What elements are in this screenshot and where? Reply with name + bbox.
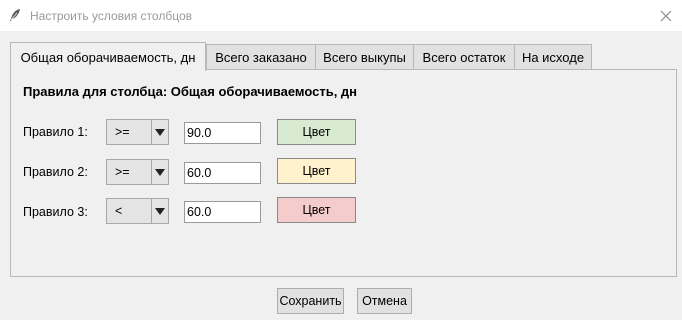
window-title: Настроить условия столбцов — [30, 9, 192, 23]
rule-3-color-button[interactable]: Цвет — [277, 197, 356, 223]
tab-total-buyouts[interactable]: Всего выкупы — [315, 44, 414, 70]
tab-label: На исходе — [521, 50, 585, 65]
operator-value: >= — [115, 125, 130, 139]
tab-running-out[interactable]: На исходе — [514, 44, 592, 70]
chevron-down-icon[interactable] — [151, 199, 168, 223]
tab-label: Всего заказано — [215, 50, 307, 65]
feather-icon — [8, 8, 22, 22]
close-icon — [660, 10, 672, 21]
color-button-label: Цвет — [302, 203, 331, 217]
rule-3-label: Правило 3: — [23, 205, 88, 219]
chevron-down-icon[interactable] — [151, 120, 168, 144]
tab-label: Общая оборачиваемость, дн — [20, 49, 196, 65]
save-button-label: Сохранить — [279, 294, 342, 308]
cancel-button[interactable]: Отмена — [357, 288, 412, 314]
close-button[interactable] — [650, 0, 682, 31]
cancel-button-label: Отмена — [362, 294, 407, 308]
color-button-label: Цвет — [302, 125, 331, 139]
tab-total-stock[interactable]: Всего остаток — [413, 44, 515, 70]
panel-title: Правила для столбца: Общая оборачиваемос… — [23, 84, 358, 99]
rule-2-value-input[interactable] — [184, 162, 261, 184]
rule-1-color-button[interactable]: Цвет — [277, 119, 356, 145]
rules-panel: Правила для столбца: Общая оборачиваемос… — [10, 69, 677, 277]
rule-2-operator-select[interactable]: >= — [106, 159, 169, 185]
rule-1-label: Правило 1: — [23, 125, 88, 139]
rule-1-value-input[interactable] — [184, 122, 261, 144]
tab-label: Всего остаток — [422, 50, 506, 65]
tab-turnover[interactable]: Общая оборачиваемость, дн — [10, 42, 206, 71]
color-button-label: Цвет — [302, 164, 331, 178]
rule-3-value-input[interactable] — [184, 201, 261, 223]
operator-value: < — [115, 204, 123, 218]
rule-3-operator-select[interactable]: < — [106, 198, 169, 224]
title-bar: Настроить условия столбцов — [0, 0, 682, 31]
rule-2-color-button[interactable]: Цвет — [277, 158, 356, 184]
save-button[interactable]: Сохранить — [277, 288, 344, 314]
operator-value: >= — [115, 165, 130, 179]
rule-1-operator-select[interactable]: >= — [106, 119, 169, 145]
chevron-down-icon[interactable] — [151, 160, 168, 184]
tab-total-ordered[interactable]: Всего заказано — [206, 44, 316, 70]
tab-label: Всего выкупы — [323, 50, 406, 65]
rule-2-label: Правило 2: — [23, 165, 88, 179]
